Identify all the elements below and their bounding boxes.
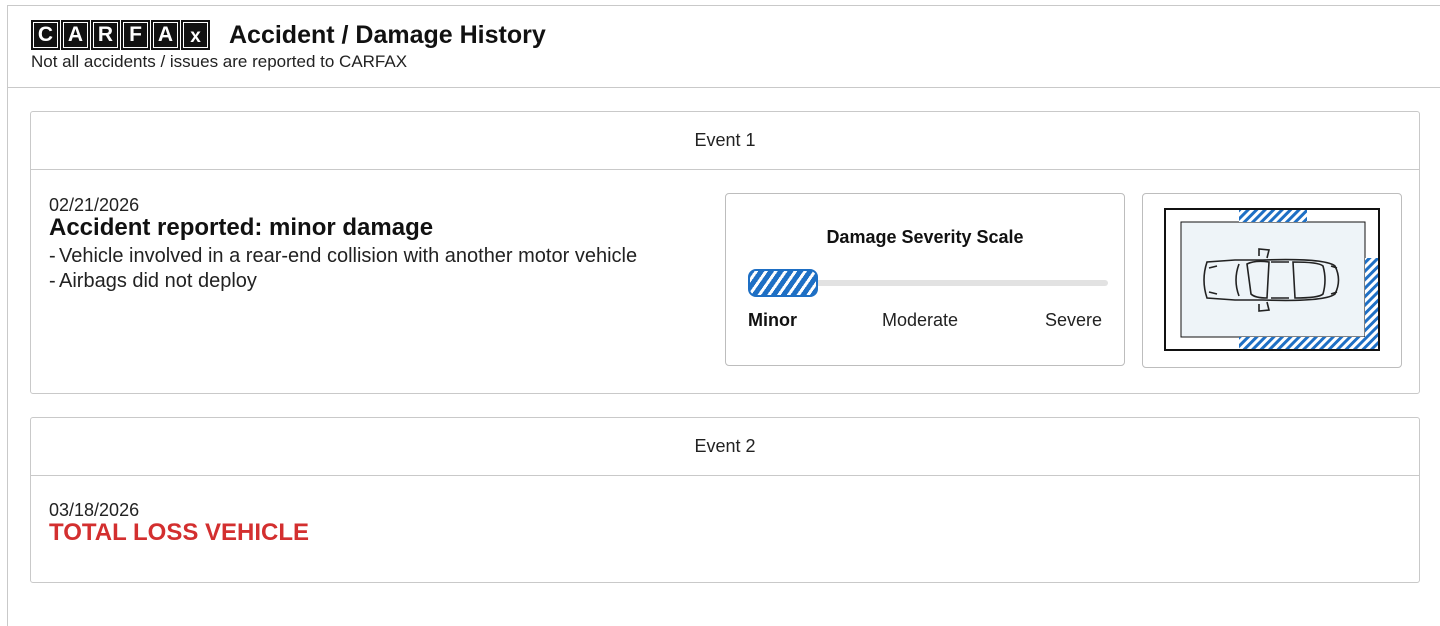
event-date: 02/21/2026 [49, 195, 140, 215]
event-details: Vehicle involved in a rear-end collision… [49, 244, 689, 294]
severity-label-minor: Minor [748, 310, 797, 330]
event-header: Event 1 [31, 112, 1419, 170]
logo-tile: A [61, 20, 90, 50]
event-date: 03/18/2026 [49, 500, 140, 520]
event-card-2: Event 2 03/18/2026 TOTAL LOSS VEHICLE [30, 417, 1420, 583]
damage-zone-right [1365, 258, 1378, 349]
event-card-1: Event 1 02/21/2026 Accident reported: mi… [30, 111, 1420, 394]
logo-tile: C [31, 20, 60, 50]
page-header: C A R F A x Accident / Damage History No… [7, 5, 1440, 88]
severity-scale-title: Damage Severity Scale [826, 227, 1024, 247]
event-title-total-loss: TOTAL LOSS VEHICLE [49, 519, 310, 546]
list-item: Airbags did not deploy [49, 269, 689, 294]
page-title: Accident / Damage History [229, 21, 546, 49]
carfax-logo: C A R F A x [31, 20, 211, 50]
logo-tile: R [91, 20, 120, 50]
severity-label-moderate: Moderate [882, 310, 959, 330]
list-item: Vehicle involved in a rear-end collision… [49, 244, 689, 269]
damage-zone-rear [1239, 337, 1377, 349]
event-title: Accident reported: minor damage [49, 214, 434, 241]
damage-zone-front [1239, 210, 1307, 222]
event-header: Event 2 [31, 418, 1419, 476]
page-subtitle: Not all accidents / issues are reported … [31, 52, 408, 71]
logo-tile: x [181, 20, 210, 50]
damage-severity-scale: Damage Severity Scale Minor Moderate Sev… [725, 193, 1125, 366]
severity-fill [748, 269, 818, 297]
severity-label-severe: Severe [1044, 310, 1102, 330]
damage-location-diagram [1142, 193, 1402, 368]
car-top-view-icon [1164, 208, 1380, 351]
logo-tile: F [121, 20, 150, 50]
logo-tile: A [151, 20, 180, 50]
